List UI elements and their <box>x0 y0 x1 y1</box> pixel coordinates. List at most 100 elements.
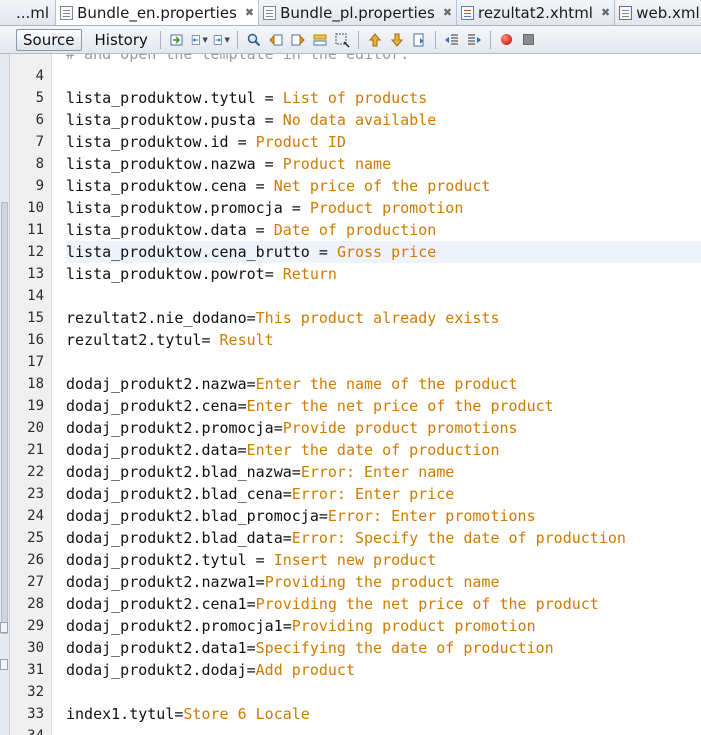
tab-label: web.xml <box>636 3 700 22</box>
line-content: dodaj_produkt2.blad_nazwa=Error: Enter n… <box>66 461 701 483</box>
property-key: lista_produktow.powrot <box>66 265 265 283</box>
code-line[interactable]: 7 lista_produktow.id = Product ID <box>0 131 701 153</box>
tab-4[interactable]: web.xml✖ <box>615 0 701 25</box>
property-value: Provide product promotions <box>282 419 518 437</box>
code-line[interactable]: 10 lista_produktow.promocja = Product pro… <box>0 197 701 219</box>
code-line[interactable]: 28 dodaj_produkt2.cena1=Providing the net… <box>0 593 701 615</box>
code-line[interactable]: 26 dodaj_produkt2.tytul = Insert new prod… <box>0 549 701 571</box>
property-key: dodaj_produkt2.promocja1 <box>66 617 283 635</box>
code-line[interactable]: 15 rezultat2.nie_dodano=This product alre… <box>0 307 701 329</box>
line-number: 17 <box>27 354 44 370</box>
line-number: 16 <box>27 332 44 348</box>
property-value: Enter the name of the product <box>255 375 518 393</box>
close-tab-icon[interactable]: ✖ <box>601 6 610 19</box>
shift-right-icon[interactable] <box>465 31 483 49</box>
code-line[interactable]: 6 lista_produktow.pusta = No data availab… <box>0 109 701 131</box>
code-line[interactable]: 4 <box>0 65 701 87</box>
find-previous-icon[interactable] <box>267 31 285 49</box>
property-value: This product already exists <box>255 309 500 327</box>
line-number: 26 <box>27 552 44 568</box>
property-separator: = <box>255 155 283 173</box>
property-key: lista_produktow.cena_brutto <box>66 243 310 261</box>
property-value: Error: Enter price <box>291 485 455 503</box>
close-tab-icon[interactable]: ✖ <box>245 6 254 19</box>
code-line[interactable]: 22 dodaj_produkt2.blad_nazwa=Error: Enter… <box>0 461 701 483</box>
code-line[interactable]: 9 lista_produktow.cena = Net price of the… <box>0 175 701 197</box>
tab-label: Bundle_en.properties <box>77 3 237 22</box>
code-line[interactable]: 23 dodaj_produkt2.blad_cena=Error: Enter … <box>0 483 701 505</box>
last-edit-icon[interactable] <box>168 31 186 49</box>
property-separator: = <box>291 463 301 481</box>
next-bookmark-icon[interactable] <box>388 31 406 49</box>
tab-label: rezultat2.xhtml <box>478 3 593 22</box>
property-value: Product ID <box>255 133 346 151</box>
comment-text: # and open the template in the editor. <box>66 54 410 63</box>
line-number: 29 <box>27 618 44 634</box>
property-key: dodaj_produkt2.tytul <box>66 551 247 569</box>
previous-bookmark-icon[interactable] <box>366 31 384 49</box>
properties-file-icon <box>60 5 74 20</box>
line-content: dodaj_produkt2.data1=Specifying the date… <box>66 637 701 659</box>
code-line[interactable]: 5 lista_produktow.tytul = List of product… <box>0 87 701 109</box>
property-value: Error: Enter promotions <box>327 507 536 525</box>
code-line[interactable]: 13 lista_produktow.powrot= Return <box>0 263 701 285</box>
toggle-bookmark-icon[interactable] <box>410 31 428 49</box>
history-view-tab[interactable]: History <box>88 29 155 51</box>
source-view-tab[interactable]: Source <box>16 28 82 51</box>
start-macro-icon[interactable] <box>498 31 516 49</box>
tab-0[interactable]: ...ml <box>0 0 57 25</box>
code-line[interactable]: 30 dodaj_produkt2.data1=Specifying the da… <box>0 637 701 659</box>
code-line[interactable]: 27 dodaj_produkt2.nazwa1=Providing the pr… <box>0 571 701 593</box>
code-line[interactable]: 16 rezultat2.tytul= Result <box>0 329 701 351</box>
back-icon[interactable]: ▼ <box>190 31 208 49</box>
code-line[interactable]: 25 dodaj_produkt2.blad_data=Error: Specif… <box>0 527 701 549</box>
tab-1[interactable]: Bundle_en.properties ✖ <box>56 0 260 25</box>
line-number: 30 <box>27 640 44 656</box>
tab-3[interactable]: rezultat2.xhtml ✖ <box>457 0 616 25</box>
line-content <box>66 681 701 703</box>
line-number: 8 <box>35 156 44 172</box>
line-number: 20 <box>27 420 44 436</box>
code-line[interactable]: 11 lista_produktow.data = Date of product… <box>0 219 701 241</box>
code-line[interactable]: 17 <box>0 351 701 373</box>
stop-macro-icon[interactable] <box>520 31 538 49</box>
properties-file-icon <box>263 5 277 20</box>
line-content: dodaj_produkt2.cena1=Providing the net p… <box>66 593 701 615</box>
code-line[interactable]: 21 dodaj_produkt2.data=Enter the date of … <box>0 439 701 461</box>
property-separator: = <box>273 419 283 437</box>
code-line[interactable]: 29 dodaj_produkt2.promocja1=Providing pro… <box>0 615 701 637</box>
line-number: 24 <box>27 508 44 524</box>
property-separator: = <box>255 89 283 107</box>
property-separator: = <box>255 111 283 129</box>
property-separator: = <box>246 661 256 679</box>
toolbar-separator <box>357 30 359 49</box>
code-line[interactable]: 33 index1.tytul=Store 6 Locale <box>0 703 701 725</box>
shift-left-icon[interactable] <box>443 31 461 49</box>
toggle-rect-selection-icon[interactable] <box>333 31 351 49</box>
property-value: Providing product promotion <box>291 617 536 635</box>
code-line[interactable]: 8 lista_produktow.nazwa = Product name <box>0 153 701 175</box>
line-content: lista_produktow.powrot= Return <box>66 263 701 285</box>
code-line[interactable]: 24 dodaj_produkt2.blad_promocja=Error: En… <box>0 505 701 527</box>
line-content: rezultat2.nie_dodano=This product alread… <box>66 307 701 329</box>
code-line[interactable]: 34 <box>0 725 701 735</box>
close-tab-icon[interactable]: ✖ <box>443 6 452 19</box>
code-line[interactable]: 12 lista_produktow.cena_brutto = Gross pr… <box>0 241 701 263</box>
find-icon[interactable] <box>245 31 263 49</box>
property-value: Product name <box>282 155 392 173</box>
code-editor[interactable]: # and open the template in the editor. 4… <box>0 54 701 735</box>
line-content: lista_produktow.id = Product ID <box>66 131 701 153</box>
code-line[interactable]: 32 <box>0 681 701 703</box>
code-line[interactable]: 20 dodaj_produkt2.promocja=Provide produc… <box>0 417 701 439</box>
code-line[interactable]: 14 <box>0 285 701 307</box>
toggle-highlight-icon[interactable] <box>311 31 329 49</box>
find-next-icon[interactable] <box>289 31 307 49</box>
code-line[interactable]: 31 dodaj_produkt2.dodaj=Add product <box>0 659 701 681</box>
tab-2[interactable]: Bundle_pl.properties ✖ <box>259 0 458 25</box>
partial-top-line: # and open the template in the editor. <box>0 54 701 65</box>
forward-icon[interactable]: ▼ <box>212 31 230 49</box>
code-line[interactable]: 19 dodaj_produkt2.cena=Enter the net pric… <box>0 395 701 417</box>
code-line[interactable]: 18 dodaj_produkt2.nazwa=Enter the name of… <box>0 373 701 395</box>
line-content: dodaj_produkt2.cena=Enter the net price … <box>66 395 701 417</box>
property-separator: = <box>246 309 256 327</box>
